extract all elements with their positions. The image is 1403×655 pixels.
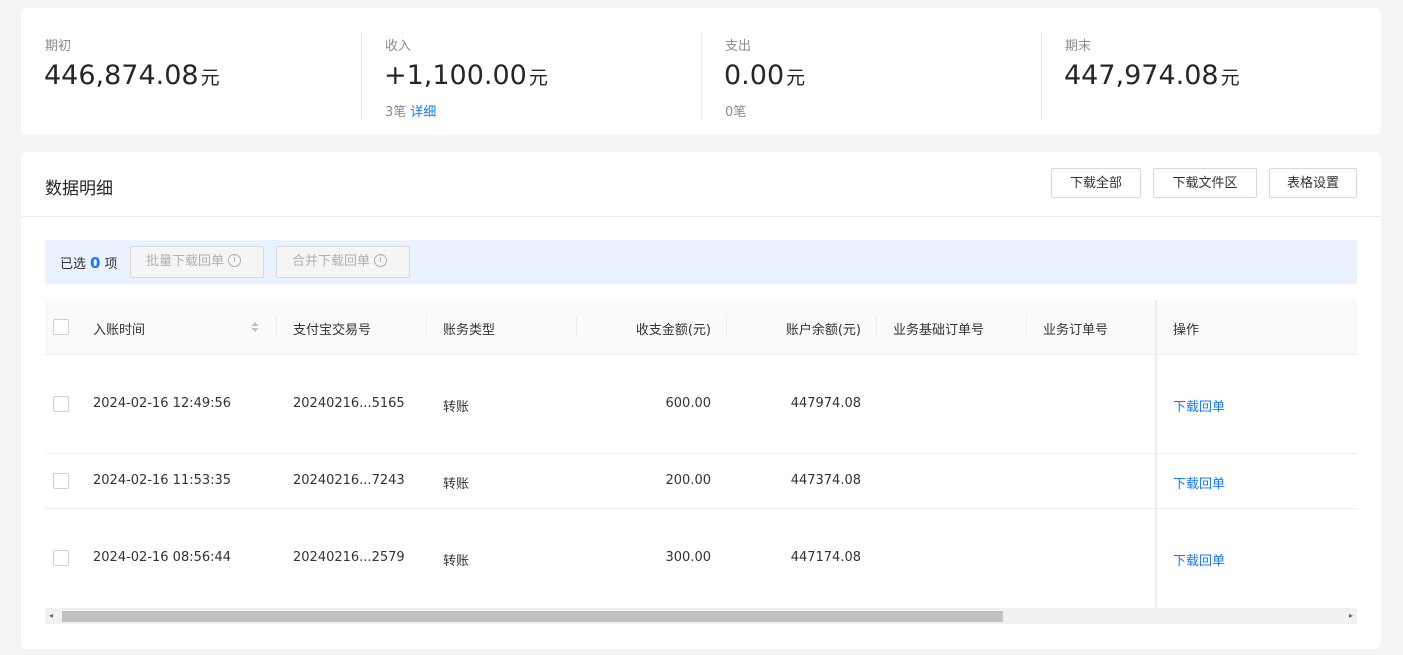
info-icon: i — [228, 254, 242, 267]
scrollbar-thumb[interactable] — [62, 611, 1003, 622]
expense-unit: 元 — [786, 67, 806, 89]
income-label: 收入 — [385, 39, 412, 54]
opening-amount-value: 446,874.08 — [44, 60, 199, 91]
cell-amount: 200.00 — [665, 473, 712, 488]
row-checkbox[interactable] — [53, 473, 69, 489]
cell-balance: 447374.08 — [790, 473, 861, 488]
select-all-checkbox[interactable] — [53, 319, 69, 335]
download-all-button[interactable]: 下载全部 — [1051, 168, 1141, 198]
column-header: 支付宝交易号 — [293, 323, 372, 338]
cell-balance: 447174.08 — [790, 550, 861, 565]
opening-label: 期初 — [45, 39, 72, 54]
income-stat: 收入 +1,100.00 元 3笔 详细 — [361, 8, 701, 135]
fixed-column-shadow — [1155, 300, 1157, 607]
table-row: 2024-02-16 11:53:35 20240216...7243 转账 2… — [45, 454, 1357, 509]
selection-count: 0 — [90, 254, 101, 272]
income-detail-link[interactable]: 详细 — [410, 105, 436, 120]
batch-download-button[interactable]: 批量下载回单 i — [130, 246, 264, 278]
income-unit: 元 — [528, 67, 548, 89]
download-receipt-link-text[interactable]: 下载回单 — [1173, 554, 1225, 569]
page-title: 数据明细 — [45, 179, 113, 199]
sort-icon[interactable] — [250, 320, 260, 334]
column-header: 业务基础订单号 — [893, 323, 985, 338]
column-header: 收支金额(元) — [635, 323, 711, 338]
closing-balance-stat: 期末 447,974.08 元 — [1041, 8, 1381, 135]
download-receipt-link[interactable]: 下载回单 — [1173, 473, 1225, 492]
cell-type: 转账 — [443, 400, 470, 415]
expense-count: 0笔 — [725, 105, 747, 120]
expense-amount-value: 0.00 — [724, 60, 785, 91]
expense-stat: 支出 0.00 元 0笔 — [701, 8, 1041, 135]
column-separator — [276, 315, 277, 337]
batch-download-label: 批量下载回单 — [146, 254, 225, 269]
income-amount: +1,100.00 元 — [384, 60, 548, 91]
download-receipt-link-text[interactable]: 下载回单 — [1173, 400, 1225, 415]
cell-trade-no: 20240216...5165 — [293, 396, 405, 411]
column-header: 业务订单号 — [1043, 323, 1109, 338]
cell-amount: 600.00 — [665, 396, 712, 411]
summary-card: 期初 446,874.08 元 收入 +1,100.00 元 3笔 详细 支出 0.0… — [21, 8, 1381, 135]
cell-trade-no: 20240216...7243 — [293, 473, 405, 488]
column-separator — [1026, 315, 1027, 337]
selection-bar: 已选 0 项 批量下载回单 i 合并下载回单 i — [45, 240, 1357, 284]
table-row: 2024-02-16 08:56:44 20240216...2579 转账 3… — [45, 509, 1357, 607]
horizontal-scrollbar[interactable]: ◂ ▸ — [45, 608, 1357, 624]
column-header: 账户余额(元) — [785, 323, 861, 338]
income-count: 3笔 — [385, 105, 407, 120]
row-checkbox[interactable] — [53, 550, 69, 566]
info-icon: i — [374, 254, 388, 267]
column-separator — [576, 315, 577, 337]
selection-count-text: 已选 0 项 — [60, 253, 117, 272]
table-settings-button[interactable]: 表格设置 — [1269, 168, 1357, 198]
cell-time: 2024-02-16 08:56:44 — [93, 550, 232, 565]
cell-type: 转账 — [443, 477, 470, 492]
download-receipt-link[interactable]: 下载回单 — [1173, 396, 1225, 415]
table-row: 2024-02-16 12:49:56 20240216...5165 转账 6… — [45, 355, 1357, 454]
expense-sub: 0笔 — [725, 101, 746, 120]
expense-amount: 0.00 元 — [724, 60, 805, 91]
closing-unit: 元 — [1220, 67, 1240, 89]
download-receipt-link[interactable]: 下载回单 — [1173, 550, 1225, 569]
expense-label: 支出 — [725, 39, 752, 54]
column-separator — [876, 315, 877, 337]
data-detail-card: 数据明细 下载全部 下载文件区 表格设置 已选 0 项 批量下载回单 i 合并下载回单… — [21, 152, 1381, 649]
income-amount-value: +1,100.00 — [384, 60, 527, 91]
download-receipt-link-text[interactable]: 下载回单 — [1173, 477, 1225, 492]
opening-unit: 元 — [200, 67, 220, 89]
closing-amount: 447,974.08 元 — [1064, 60, 1240, 91]
cell-balance: 447974.08 — [790, 396, 861, 411]
scroll-left-arrow-icon[interactable]: ◂ — [49, 612, 53, 620]
column-separator — [426, 315, 427, 337]
row-checkbox[interactable] — [53, 396, 69, 412]
merge-download-button[interactable]: 合并下载回单 i — [276, 246, 410, 278]
selection-prefix: 已选 — [60, 257, 87, 272]
download-files-button[interactable]: 下载文件区 — [1153, 168, 1257, 198]
closing-amount-value: 447,974.08 — [1064, 60, 1219, 91]
income-sub: 3笔 详细 — [385, 101, 436, 120]
column-header: 操作 — [1173, 323, 1200, 338]
closing-label: 期末 — [1065, 39, 1092, 54]
cell-amount: 300.00 — [665, 550, 712, 565]
header-divider — [21, 216, 1381, 217]
scroll-right-arrow-icon[interactable]: ▸ — [1349, 612, 1353, 620]
cell-type: 转账 — [443, 554, 470, 569]
column-header: 账务类型 — [443, 323, 496, 338]
table-header: 入账时间 支付宝交易号 账务类型 收支金额(元) 账户余额(元) 业务基础订单号… — [45, 300, 1357, 355]
cell-trade-no: 20240216...2579 — [293, 550, 405, 565]
cell-time: 2024-02-16 11:53:35 — [93, 473, 232, 488]
data-table: 入账时间 支付宝交易号 账务类型 收支金额(元) 账户余额(元) 业务基础订单号… — [45, 300, 1357, 607]
cell-time: 2024-02-16 12:49:56 — [93, 396, 232, 411]
merge-download-label: 合并下载回单 — [292, 254, 371, 269]
column-header[interactable]: 入账时间 — [93, 319, 145, 338]
column-separator — [726, 315, 727, 337]
opening-amount: 446,874.08 元 — [44, 60, 220, 91]
selection-suffix: 项 — [104, 257, 118, 272]
opening-balance-stat: 期初 446,874.08 元 — [21, 8, 361, 135]
